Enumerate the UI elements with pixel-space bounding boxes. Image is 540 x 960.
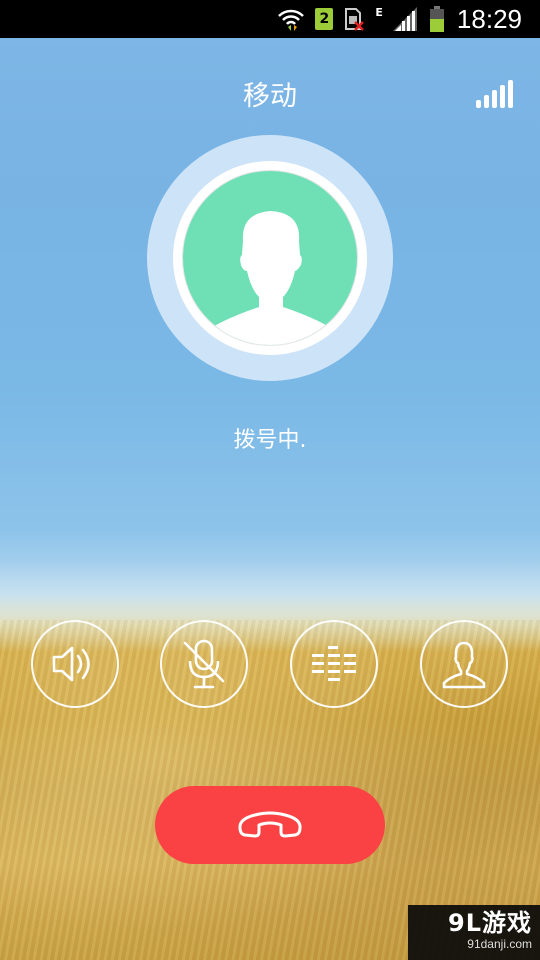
no-sim-icon bbox=[343, 4, 365, 34]
battery-icon bbox=[429, 4, 445, 34]
call-screen: 2 E 18:29 移动 拨号中. 9L游戏 91danji.com bbox=[0, 0, 540, 960]
watermark-url: 91danji.com bbox=[467, 937, 532, 951]
keypad-button[interactable] bbox=[290, 620, 378, 708]
phone-hangup-icon bbox=[238, 811, 302, 838]
speaker-icon bbox=[52, 646, 90, 682]
watermark-logo: 9L游戏 bbox=[448, 909, 532, 937]
contact-icon bbox=[442, 641, 486, 689]
mic-muted-icon bbox=[183, 639, 225, 689]
status-bar: 2 E 18:29 bbox=[0, 0, 540, 38]
keypad-icon bbox=[312, 646, 356, 681]
contacts-button[interactable] bbox=[420, 620, 508, 708]
person-silhouette-icon bbox=[209, 211, 333, 345]
signal-strength-icon bbox=[474, 80, 514, 108]
network-type-label: E bbox=[375, 6, 383, 19]
speaker-button[interactable] bbox=[31, 620, 119, 708]
wifi-icon bbox=[277, 4, 305, 34]
end-call-button[interactable] bbox=[155, 786, 385, 864]
sim2-icon: 2 bbox=[315, 8, 334, 30]
clock: 18:29 bbox=[456, 3, 522, 34]
watermark: 9L游戏 91danji.com bbox=[408, 905, 540, 960]
carrier-name: 移动 bbox=[243, 81, 297, 112]
avatar bbox=[182, 170, 358, 346]
mute-button[interactable] bbox=[160, 620, 248, 708]
call-status-text: 拨号中. bbox=[233, 428, 307, 453]
cellular-signal-icon bbox=[392, 4, 419, 34]
